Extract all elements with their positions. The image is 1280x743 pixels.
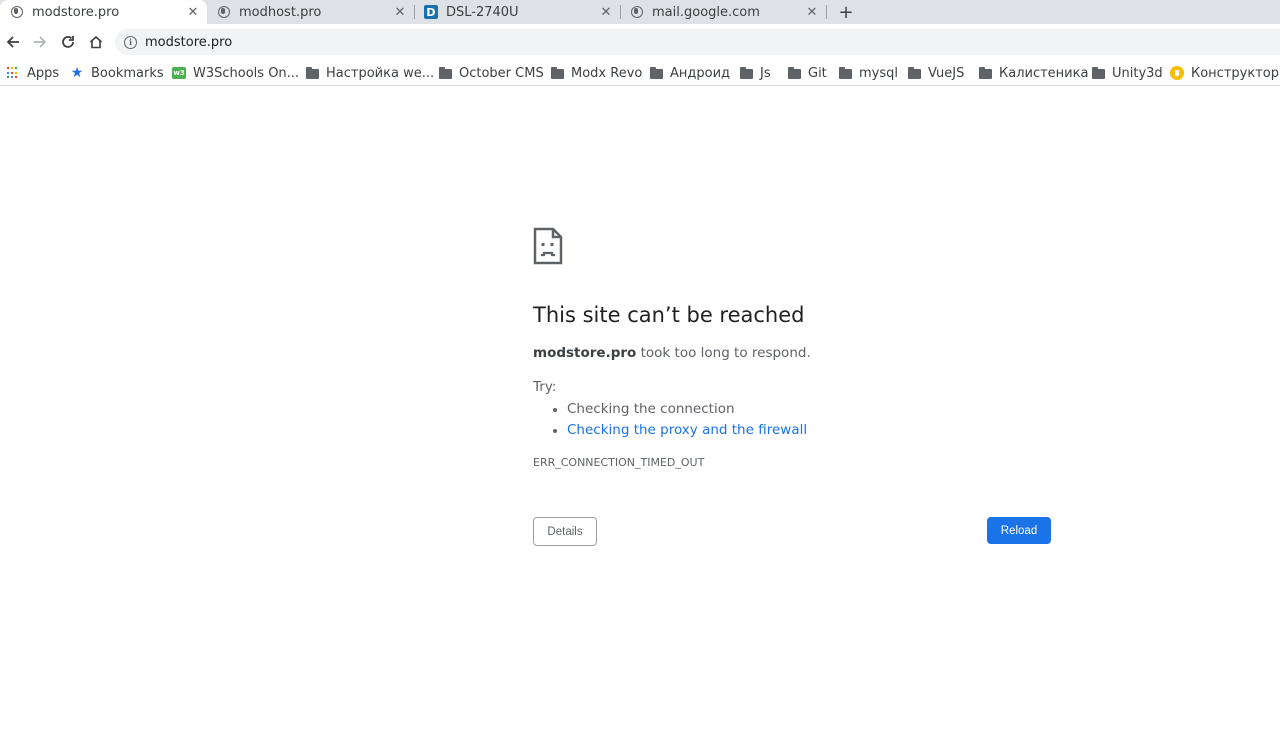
reload-button[interactable]: Reload <box>987 517 1051 544</box>
tab-strip: modstore.pro ✕ modhost.pro ✕ D DSL-2740U… <box>0 0 1280 24</box>
close-icon[interactable]: ✕ <box>185 4 201 20</box>
folder-icon <box>739 66 753 80</box>
star-icon: ★ <box>70 65 84 81</box>
arrow-left-icon <box>6 36 19 48</box>
bookmark-label: Конструктор... <box>1191 65 1280 81</box>
bookmark-label: W3Schools On... <box>193 65 300 81</box>
sad-page-icon <box>533 227 563 265</box>
suggestions-list: Checking the connection Checking the pro… <box>553 399 807 441</box>
suggestion-check-connection: Checking the connection <box>553 399 807 420</box>
info-icon[interactable]: i <box>124 35 137 49</box>
bookmark-label: VueJS <box>928 65 965 81</box>
back-button[interactable] <box>1 30 25 54</box>
bookmark-apps[interactable]: Apps <box>6 63 59 83</box>
tab-title: modstore.pro <box>32 4 120 20</box>
error-heading: This site can’t be reached <box>533 303 805 327</box>
folder-icon <box>978 66 992 80</box>
bookmarks-bar: Apps ★ Bookmarks w3 W3Schools On... Наст… <box>0 60 1280 86</box>
yandex-constructor-icon <box>1170 66 1184 80</box>
close-icon[interactable]: ✕ <box>392 4 408 20</box>
w3schools-icon: w3 <box>172 67 186 79</box>
url-text[interactable]: modstore.pro <box>145 35 232 50</box>
tab-dsl[interactable]: D DSL-2740U ✕ <box>414 0 620 24</box>
address-bar[interactable]: i modstore.pro <box>115 29 1280 55</box>
arrow-right-icon <box>34 36 47 48</box>
reload-icon <box>62 36 74 48</box>
tab-title: DSL-2740U <box>446 4 519 20</box>
d-link-icon: D <box>424 5 438 19</box>
globe-icon <box>10 5 24 19</box>
bookmark-folder-mysql[interactable]: mysql <box>838 63 898 83</box>
bookmark-label: Git <box>808 65 827 81</box>
folder-icon <box>838 66 852 80</box>
bookmark-label: mysql <box>859 65 898 81</box>
bookmark-folder-vuejs[interactable]: VueJS <box>907 63 964 83</box>
bookmark-label: Unity3d <box>1112 65 1163 81</box>
bookmark-folder-kalistenika[interactable]: Калистеника <box>978 63 1088 83</box>
close-icon[interactable]: ✕ <box>598 4 614 20</box>
bookmark-label: Modx Revo <box>571 65 643 81</box>
proxy-firewall-link[interactable]: Checking the proxy and the firewall <box>567 422 807 438</box>
tab-modstore[interactable]: modstore.pro ✕ <box>0 0 207 24</box>
folder-icon <box>305 66 319 80</box>
bookmark-label: Apps <box>27 65 60 81</box>
forward-button[interactable] <box>28 30 52 54</box>
globe-icon <box>217 5 231 19</box>
bookmark-label: October CMS <box>459 65 544 81</box>
error-summary-text: took too long to respond. <box>636 345 811 361</box>
bookmark-folder-modx-revo[interactable]: Modx Revo <box>550 63 642 83</box>
error-host: modstore.pro <box>533 345 637 361</box>
bookmark-label: Настройка we... <box>326 65 435 81</box>
tab-divider <box>826 5 827 19</box>
bookmark-label: Bookmarks <box>91 65 164 81</box>
folder-icon <box>787 66 801 80</box>
tab-gmail[interactable]: mail.google.com ✕ <box>620 0 826 24</box>
toolbar: i modstore.pro <box>0 24 1280 60</box>
folder-icon <box>1091 66 1105 80</box>
bookmark-konstruktor[interactable]: Конструктор... <box>1170 63 1280 83</box>
error-summary: modstore.pro took too long to respond. <box>533 345 811 361</box>
bookmark-folder-js[interactable]: Js <box>739 63 771 83</box>
folder-icon <box>550 66 564 80</box>
tab-title: modhost.pro <box>239 4 322 20</box>
tab-title: mail.google.com <box>652 4 760 20</box>
home-icon <box>89 35 103 49</box>
tab-modhost[interactable]: modhost.pro ✕ <box>207 0 414 24</box>
close-icon[interactable]: ✕ <box>804 4 820 20</box>
folder-icon <box>438 66 452 80</box>
bookmark-bookmarks[interactable]: ★ Bookmarks <box>70 63 164 83</box>
folder-icon <box>907 66 921 80</box>
bookmark-label: Андроид <box>670 65 731 81</box>
bookmark-folder-git[interactable]: Git <box>787 63 827 83</box>
error-code: ERR_CONNECTION_TIMED_OUT <box>533 456 705 469</box>
bookmark-folder-android[interactable]: Андроид <box>649 63 730 83</box>
try-label: Try: <box>533 379 557 395</box>
bookmark-folder-unity3d[interactable]: Unity3d <box>1091 63 1163 83</box>
bookmark-label: Калистеника <box>999 65 1089 81</box>
details-button[interactable]: Details <box>533 517 597 546</box>
bookmark-label: Js <box>760 65 771 81</box>
bookmark-w3schools[interactable]: w3 W3Schools On... <box>172 63 299 83</box>
new-tab-button[interactable]: + <box>835 1 857 23</box>
home-button[interactable] <box>84 30 108 54</box>
globe-icon <box>630 5 644 19</box>
apps-grid-icon <box>6 66 20 80</box>
bookmark-folder-nastroyka[interactable]: Настройка we... <box>305 63 434 83</box>
folder-icon <box>649 66 663 80</box>
suggestion-check-proxy[interactable]: Checking the proxy and the firewall <box>553 420 807 441</box>
bookmark-folder-october-cms[interactable]: October CMS <box>438 63 544 83</box>
reload-toolbar-button[interactable] <box>56 30 80 54</box>
